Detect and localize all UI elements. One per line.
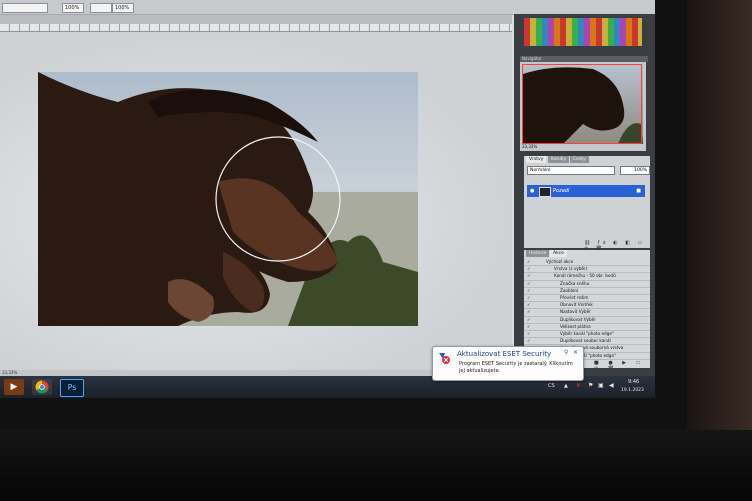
- navigator-view-box[interactable]: [522, 64, 642, 144]
- document-tab-bar[interactable]: [0, 15, 512, 24]
- flag-icon[interactable]: ⚑: [588, 382, 593, 389]
- lock-icon: ■: [636, 188, 641, 194]
- tab-layers[interactable]: Vrstvy: [526, 156, 547, 163]
- search-icon[interactable]: ⚲: [564, 349, 568, 356]
- tab-channels[interactable]: Kanály: [548, 156, 570, 163]
- layer-row-background[interactable]: ● Pozadí ■: [527, 185, 645, 197]
- flow-field[interactable]: 100%: [112, 3, 134, 13]
- eset-tray-icon[interactable]: ✕: [576, 382, 581, 389]
- close-icon[interactable]: ✕: [573, 349, 578, 356]
- network-icon[interactable]: ▣: [598, 382, 604, 389]
- chrome-logo: [35, 380, 49, 394]
- volume-icon[interactable]: ◀: [609, 382, 614, 389]
- layer-name: Pozadí: [553, 188, 570, 194]
- eset-shield-icon: [439, 353, 450, 364]
- clock-time[interactable]: 9:46: [628, 379, 639, 385]
- screen: 100% 100% 33,33% Navigátor 33,33% Vrstvy…: [0, 0, 655, 398]
- check-icon[interactable]: ✓: [527, 330, 531, 337]
- balloon-message: Program ESET Security je zastaralý. Klik…: [459, 361, 573, 374]
- check-icon[interactable]: ✓: [527, 265, 531, 272]
- photoshop-icon[interactable]: Ps: [60, 379, 84, 397]
- horse-photo: [38, 72, 418, 326]
- action-buttons[interactable]: ■ ● ▶ ▭ ⊕ 🗑: [594, 360, 650, 368]
- tab-history[interactable]: Historie: [526, 250, 550, 257]
- document-canvas-photo[interactable]: [38, 72, 418, 326]
- options-field[interactable]: [90, 3, 112, 13]
- check-icon[interactable]: ✓: [527, 294, 531, 301]
- opacity-field[interactable]: 100%: [620, 166, 650, 175]
- chrome-icon[interactable]: [32, 379, 52, 395]
- check-icon[interactable]: ✓: [527, 258, 531, 265]
- blend-mode-select[interactable]: Normální: [527, 166, 615, 175]
- swatches-panel[interactable]: [524, 18, 642, 46]
- tab-paths[interactable]: Cesty: [570, 156, 589, 163]
- tab-actions[interactable]: Akce: [550, 250, 567, 257]
- desk-surface: [0, 430, 752, 501]
- check-icon[interactable]: ✓: [527, 337, 531, 344]
- navigator-zoom[interactable]: 33,33%: [522, 144, 537, 149]
- horizontal-ruler: [0, 24, 512, 32]
- eset-notification-balloon[interactable]: Aktualizovat ESET Security ⚲ ✕ Program E…: [432, 346, 584, 381]
- check-icon[interactable]: ✓: [527, 308, 531, 315]
- check-icon[interactable]: ✓: [527, 272, 531, 279]
- check-icon[interactable]: ✓: [527, 323, 531, 330]
- zoom-field[interactable]: 100%: [62, 3, 84, 13]
- balloon-title: Aktualizovat ESET Security: [457, 350, 552, 358]
- clock-date[interactable]: 19.1.2023: [621, 388, 644, 393]
- monitor-bezel: 100% 100% 33,33% Navigátor 33,33% Vrstvy…: [0, 0, 687, 430]
- check-icon[interactable]: ✓: [527, 316, 531, 323]
- layers-panel: Vrstvy Kanály Cesty Normální 100% ● Poza…: [524, 156, 650, 252]
- layer-thumbnail: [539, 187, 551, 197]
- navigator-title: Navigátor: [520, 56, 648, 62]
- media-player-icon[interactable]: ▶: [4, 379, 24, 395]
- check-icon[interactable]: ✓: [527, 287, 531, 294]
- eye-icon[interactable]: ●: [530, 185, 534, 197]
- check-icon[interactable]: ✓: [527, 280, 531, 287]
- options-bar: 100% 100%: [0, 0, 655, 15]
- tray-arrow-icon[interactable]: ▲: [564, 383, 568, 389]
- language-indicator[interactable]: CS: [548, 383, 555, 389]
- options-field[interactable]: [2, 3, 48, 13]
- check-icon[interactable]: ✓: [527, 301, 531, 308]
- navigator-panel: Navigátor 33,33%: [520, 56, 648, 151]
- background-wall: [687, 0, 752, 430]
